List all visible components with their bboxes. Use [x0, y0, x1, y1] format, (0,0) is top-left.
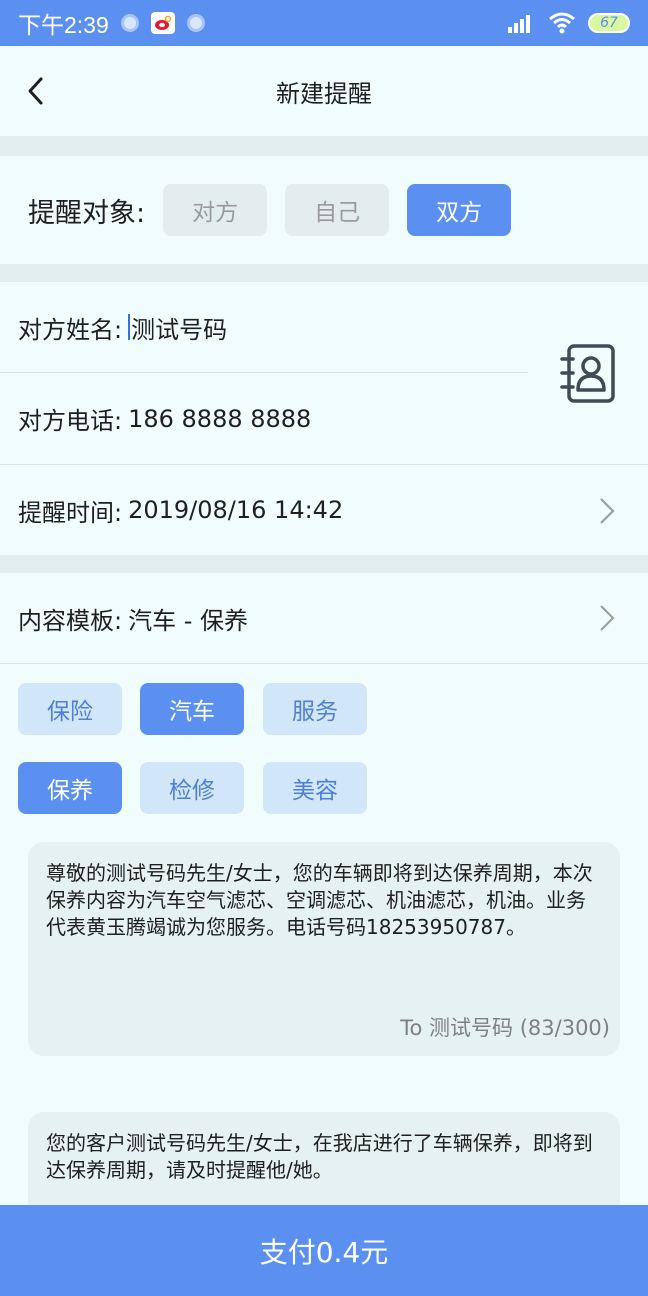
self-message-text[interactable]: 您的客户测试号码先生/女士，在我店进行了车辆保养，即将到达保养周期，请及时提醒他… — [46, 1130, 602, 1184]
time-value: 2019/08/16 14:42 — [128, 496, 344, 524]
weibo-icon — [150, 12, 175, 34]
customer-message-text[interactable]: 尊敬的测试号码先生/女士，您的车辆即将到达保养周期，本次保养内容为汽车空气滤芯、… — [46, 860, 602, 941]
time-label: 提醒时间: — [18, 498, 123, 527]
chevron-right-icon — [600, 498, 615, 524]
reminder-target-row: 提醒对象: 对方 自己 双方 — [0, 156, 648, 264]
section-divider — [0, 264, 648, 282]
target-option-both[interactable]: 双方 — [407, 184, 512, 236]
template-value: 汽车 - 保养 — [128, 606, 249, 635]
notification-dot-icon — [186, 14, 205, 32]
reminder-time-row[interactable]: 提醒时间: 2019/08/16 14:42 — [0, 465, 648, 555]
name-input[interactable]: 测试号码 — [131, 310, 227, 345]
content-template-row[interactable]: 内容模板: 汽车 - 保养 — [0, 573, 648, 663]
section-divider — [0, 555, 648, 573]
text-cursor — [128, 314, 131, 340]
customer-message-box[interactable]: 尊敬的测试号码先生/女士，您的车辆即将到达保养周期，本次保养内容为汽车空气滤芯、… — [28, 842, 620, 1056]
nav-bar: 新建提醒 — [0, 46, 648, 136]
subcategory-tag-beauty[interactable]: 美容 — [263, 762, 367, 814]
category-tag-service[interactable]: 服务 — [263, 683, 367, 735]
chevron-left-icon — [28, 77, 43, 105]
status-time: 下午2:39 — [18, 12, 109, 38]
pay-button[interactable]: 支付0.4元 — [0, 1205, 648, 1296]
template-label: 内容模板: — [18, 606, 123, 635]
phone-input[interactable]: 186 8888 8888 — [128, 405, 311, 433]
subcategory-tag-maintenance[interactable]: 保养 — [18, 762, 122, 814]
notification-dot-icon — [120, 14, 139, 32]
back-button[interactable] — [18, 74, 52, 108]
category-tag-car[interactable]: 汽车 — [140, 683, 244, 735]
section-divider — [0, 136, 648, 156]
subcategory-tag-repair[interactable]: 检修 — [140, 762, 244, 814]
status-bar: 下午2:39 67 — [0, 0, 648, 46]
category-tag-insurance[interactable]: 保险 — [18, 683, 122, 735]
row-divider — [0, 663, 648, 664]
wifi-icon — [549, 12, 575, 34]
target-option-other[interactable]: 对方 — [163, 184, 268, 236]
chevron-right-icon — [600, 605, 615, 631]
phone-label: 对方电话: — [18, 407, 123, 435]
target-option-self[interactable]: 自己 — [285, 184, 390, 236]
name-field-row[interactable]: 对方姓名: 测试号码 — [0, 282, 648, 372]
page-title: 新建提醒 — [276, 79, 372, 108]
message-counter: To 测试号码 (83/300) — [400, 1016, 610, 1040]
reminder-target-label: 提醒对象: — [28, 197, 146, 229]
signal-icon — [508, 15, 530, 33]
name-label: 对方姓名: — [18, 315, 123, 344]
battery-icon: 67 — [588, 13, 630, 33]
phone-field-row[interactable]: 对方电话: 186 8888 8888 — [0, 373, 648, 464]
